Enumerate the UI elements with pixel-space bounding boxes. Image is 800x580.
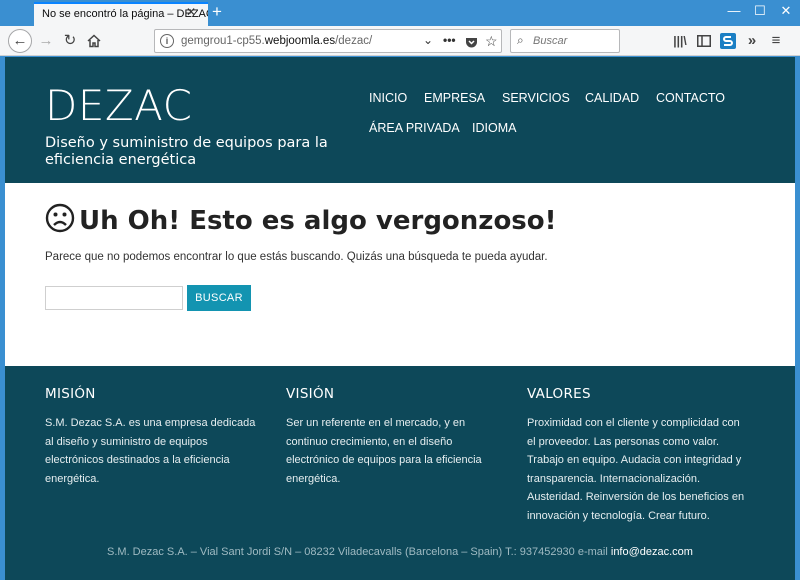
nav-item-inicio[interactable]: INICIO xyxy=(369,91,407,105)
footer-column-title: MISIÓN xyxy=(45,386,96,402)
error-title-text: Uh Oh! Esto es algo vergonzoso! xyxy=(79,206,557,236)
pocket-icon[interactable] xyxy=(465,33,478,52)
page-actions-icon[interactable]: ••• xyxy=(443,33,456,47)
overflow-chevron-icon[interactable]: » xyxy=(742,31,762,51)
footer-column-text: Proximidad con el cliente y complicidad … xyxy=(527,417,745,522)
window-close-icon[interactable]: ✕ xyxy=(776,4,796,18)
browser-tab[interactable]: No se encontró la página – DEZAC xyxy=(34,2,208,26)
library-icon[interactable]: |||\ xyxy=(670,31,690,51)
web-page: DEZAC Diseño y suministro de equipos par… xyxy=(5,57,795,580)
bookmark-star-icon[interactable]: ☆ xyxy=(485,33,498,50)
extension-icon[interactable] xyxy=(718,31,738,51)
tab-close-icon[interactable]: ✕ xyxy=(186,5,196,19)
minimize-icon[interactable]: — xyxy=(724,4,744,18)
new-tab-icon[interactable]: + xyxy=(212,2,222,22)
browser-tabstrip: No se encontró la página – DEZAC ✕ + — ☐… xyxy=(0,0,800,26)
browser-search-bar[interactable]: ⌕ xyxy=(510,29,620,53)
site-info-icon[interactable]: i xyxy=(160,34,174,48)
home-icon[interactable] xyxy=(84,31,104,51)
site-header: DEZAC Diseño y suministro de equipos par… xyxy=(5,57,795,183)
search-icon: ⌕ xyxy=(517,33,524,47)
sad-face-icon xyxy=(45,203,75,233)
nav-item-servicios[interactable]: SERVICIOS xyxy=(502,91,570,105)
nav-item-contacto[interactable]: CONTACTO xyxy=(656,91,725,105)
footer-column-vision: VISIÓN Ser un referente en el mercado, y… xyxy=(286,386,506,488)
footer-column-title: VISIÓN xyxy=(286,386,335,402)
nav-item-empresa[interactable]: EMPRESA xyxy=(424,91,485,105)
site-search-input[interactable] xyxy=(45,286,183,310)
site-tagline: Diseño y suministro de equipos para la e… xyxy=(45,135,328,168)
footer-copyright: S.M. Dezac S.A. – Vial Sant Jordi S/N – … xyxy=(5,546,795,558)
footer-column-valores: VALORES Proximidad con el cliente y comp… xyxy=(527,386,747,525)
footer-email-link[interactable]: info@dezac.com xyxy=(611,546,693,558)
site-logo[interactable]: DEZAC xyxy=(45,81,192,130)
maximize-icon[interactable]: ☐ xyxy=(750,4,770,18)
page-title: Uh Oh! Esto es algo vergonzoso! xyxy=(45,203,557,236)
search-button[interactable]: BUSCAR xyxy=(187,285,251,311)
nav-item-calidad[interactable]: CALIDAD xyxy=(585,91,639,105)
reload-icon[interactable]: ↻ xyxy=(60,31,80,51)
url-bar[interactable]: i gemgrou1-cp55.webjoomla.es/dezac/ ⌄ ••… xyxy=(154,29,502,53)
url-dropdown-icon[interactable]: ⌄ xyxy=(423,33,433,47)
footer-column-mision: MISIÓN S.M. Dezac S.A. es una empresa de… xyxy=(45,386,265,488)
copyright-text: S.M. Dezac S.A. – Vial Sant Jordi S/N – … xyxy=(107,546,608,558)
footer-column-title: VALORES xyxy=(527,386,591,402)
nav-item-area-privada[interactable]: ÁREA PRIVADA xyxy=(369,121,460,135)
tab-title: No se encontró la página – DEZAC xyxy=(42,8,208,20)
site-footer: MISIÓN S.M. Dezac S.A. es una empresa de… xyxy=(5,366,795,580)
sidebar-icon[interactable] xyxy=(694,31,714,51)
forward-arrow-icon[interactable]: → xyxy=(36,31,56,51)
footer-column-text: Ser un referente en el mercado, y en con… xyxy=(286,417,482,485)
browser-toolbar: ← → ↻ i gemgrou1-cp55.webjoomla.es/dezac… xyxy=(0,26,800,56)
browser-search-input[interactable] xyxy=(533,33,617,49)
main-content: Uh Oh! Esto es algo vergonzoso! Parece q… xyxy=(5,183,795,366)
error-message: Parece que no podemos encontrar lo que e… xyxy=(45,251,548,263)
back-arrow-icon[interactable]: ← xyxy=(8,29,32,53)
footer-column-text: S.M. Dezac S.A. es una empresa dedicada … xyxy=(45,417,256,485)
url-text: gemgrou1-cp55.webjoomla.es/dezac/ xyxy=(181,35,373,47)
hamburger-menu-icon[interactable]: ≡ xyxy=(766,31,786,51)
nav-item-idioma[interactable]: IDIOMA xyxy=(472,121,516,135)
